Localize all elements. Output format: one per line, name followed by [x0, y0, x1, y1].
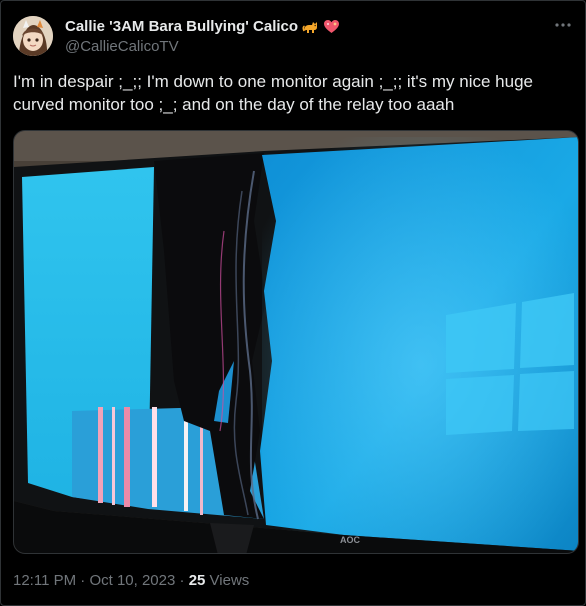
tweet-text-line-2: curved monitor too ;_; and on the day of… — [13, 95, 455, 114]
author-block: Callie '3AM Bara Bullying' Calico @Calli… — [65, 17, 340, 55]
broken-monitor-photo: AOC — [14, 131, 578, 553]
meta-separator: · — [175, 572, 189, 589]
more-options-icon[interactable] — [553, 15, 573, 35]
monitor-brand-label: AOC — [340, 535, 361, 545]
tweet-text-line-1: I'm in despair ;_;; I'm down to one moni… — [13, 72, 533, 91]
sparkling-heart-emoji-icon — [323, 18, 340, 35]
views-label: Views — [205, 572, 250, 589]
tweet-text: I'm in despair ;_;; I'm down to one moni… — [13, 70, 573, 116]
windows-logo-icon — [446, 293, 574, 435]
tweet-date[interactable]: Oct 10, 2023 — [89, 572, 175, 589]
meta-separator: · — [76, 572, 90, 589]
tweet-card: Callie '3AM Bara Bullying' Calico @Calli… — [0, 0, 586, 606]
views-count: 25 — [188, 572, 206, 589]
author-display-name[interactable]: Callie '3AM Bara Bullying' Calico — [65, 18, 298, 35]
avatar[interactable] — [13, 16, 53, 56]
tweet-metadata: 12:11 PM · Oct 10, 2023 · 25 Views — [13, 572, 249, 589]
tweet-photo[interactable]: AOC — [13, 130, 579, 554]
tweet-time[interactable]: 12:11 PM — [13, 572, 76, 589]
cat-emoji-icon — [302, 18, 319, 35]
author-handle[interactable]: @CallieCalicoTV — [65, 38, 340, 55]
